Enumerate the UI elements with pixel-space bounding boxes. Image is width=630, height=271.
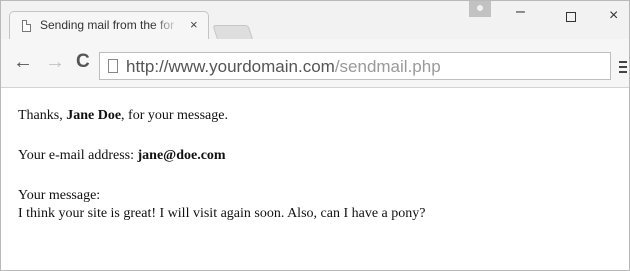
tab-sendmail[interactable]: Sending mail from the for ×: [9, 11, 209, 39]
url-text[interactable]: http://www.yourdomain.com/sendmail.php: [126, 57, 441, 77]
url-path: /sendmail.php: [334, 57, 441, 76]
menu-icon[interactable]: [619, 61, 627, 73]
close-window-icon[interactable]: ×: [609, 7, 618, 25]
message-label: Your message:: [18, 188, 101, 203]
email-line: Your e-mail address: jane@doe.com: [18, 148, 226, 164]
page-icon: [108, 59, 118, 73]
reload-icon[interactable]: C: [76, 51, 90, 73]
thanks-line: Thanks, Jane Doe, for your message.: [18, 108, 228, 124]
browser-window: Sending mail from the for × – × ← → C ht…: [0, 0, 630, 271]
message-text: I think your site is great! I will visit…: [18, 206, 426, 221]
url-host: http://www.yourdomain.com: [126, 57, 335, 76]
address-bar[interactable]: http://www.yourdomain.com/sendmail.php: [99, 52, 611, 80]
tab-strip: Sending mail from the for × – ×: [1, 1, 629, 41]
thanks-suffix: , for your message.: [121, 108, 228, 123]
maximize-icon[interactable]: [566, 12, 576, 22]
tab-title: Sending mail from the for: [40, 18, 175, 32]
forward-arrow-icon[interactable]: →: [45, 51, 65, 74]
thanks-prefix: Thanks,: [18, 108, 67, 123]
browser-toolbar: ← → C http://www.yourdomain.com/sendmail…: [1, 39, 629, 88]
page-content: Thanks, Jane Doe, for your message. Your…: [1, 88, 629, 270]
profile-icon[interactable]: [469, 1, 491, 17]
minimize-icon[interactable]: –: [516, 3, 525, 21]
page-icon: [22, 20, 31, 32]
email-label: Your e-mail address:: [18, 148, 138, 163]
back-arrow-icon[interactable]: ←: [13, 51, 33, 74]
tab-close-icon[interactable]: ×: [190, 17, 198, 32]
sender-name: Jane Doe: [66, 108, 122, 123]
sender-email: jane@doe.com: [137, 148, 226, 163]
